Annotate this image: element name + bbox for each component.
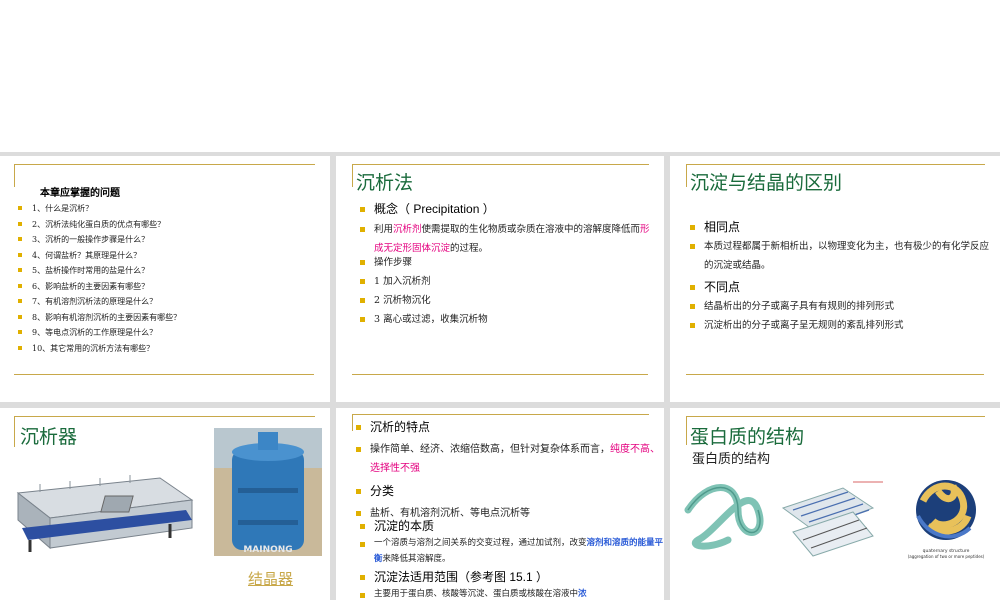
slide-thumbnail-5[interactable]: 沉析的特点 操作简单、经济、浓缩倍数高，但针对复杂体系而言，纯度不高、选择性不强… [336, 408, 664, 600]
figure-label: (aggregation of two or more peptides) [908, 554, 985, 559]
list-item: 1、什么是沉析？ [18, 201, 181, 217]
list-item: 结晶析出的分子或离子具有有规则的排列形式 [690, 297, 894, 316]
slide-thumbnail-6[interactable]: 蛋白质的结构 蛋白质的结构 quaternary structure (aggr… [670, 408, 1000, 600]
list-item: 5、盐析操作时常用的盐是什么？ [18, 263, 181, 279]
list-item: 3、沉析的一般操作步骤是什么？ [18, 232, 181, 248]
precipitator-image [16, 475, 194, 552]
features-heading: 沉析的特点 [356, 418, 430, 435]
diff-heading: 不同点 [690, 278, 740, 295]
slide-heading: 本章应掌握的问题 [40, 188, 120, 199]
list-item: 7、有机溶剂沉析法的原理是什么？ [18, 294, 181, 310]
list-item: 2、沉析法纯化蛋白质的优点有哪些？ [18, 217, 181, 233]
scope-heading: 沉淀法适用范围（参考图 15.1 ） [360, 568, 548, 585]
slide-title: 沉淀与结晶的区别 [690, 172, 843, 194]
list-item: 2 沉析物沉化 [360, 291, 431, 310]
slide-bottom-rule [14, 374, 314, 375]
slide-title: 沉析器 [20, 426, 78, 448]
nature-heading: 沉淀的本质 [360, 517, 434, 534]
slide-thumbnail-1[interactable]: 本章应掌握的问题 1、什么是沉析？ 2、沉析法纯化蛋白质的优点有哪些？ 3、沉析… [0, 156, 330, 402]
watermark: MAINONG [243, 545, 292, 555]
list-item: 8、影响有机溶剂沉析的主要因素有哪些？ [18, 310, 181, 326]
slide-title: 沉析法 [356, 172, 414, 194]
nature-text: 一个溶质与溶剂之间关系的交变过程，通过加试剂，改变溶剂和溶质的能量平衡来降低其溶… [360, 535, 664, 567]
question-list: 1、什么是沉析？ 2、沉析法纯化蛋白质的优点有哪些？ 3、沉析的一般操作步骤是什… [18, 201, 181, 356]
slide-bottom-rule [686, 374, 984, 375]
crystallizer-image: MAINONG [214, 428, 322, 556]
slide-title: 蛋白质的结构 [690, 426, 805, 448]
blank-area [0, 0, 1000, 152]
crystallizer-link[interactable]: 结晶器 [248, 568, 293, 589]
same-heading: 相同点 [690, 218, 740, 235]
list-item: 1 加入沉析剂 [360, 272, 431, 291]
class-heading: 分类 [356, 482, 394, 499]
list-item: 6、影响盐析的主要因素有哪些？ [18, 279, 181, 295]
list-item: 9、等电点沉析的工作原理是什么？ [18, 325, 181, 341]
slide-bottom-rule [352, 374, 648, 375]
concept-heading: 概念（ Precipitation ） [360, 200, 495, 217]
list-item: 10、其它常用的沉析方法有哪些？ [18, 341, 181, 357]
slide-thumbnail-3[interactable]: 沉淀与结晶的区别 相同点 本质过程都属于新相析出，以物理变化为主，也有极少的有化… [670, 156, 1000, 402]
slide-subtitle: 蛋白质的结构 [692, 451, 771, 466]
slide-thumbnail-4[interactable]: 沉析器 MAINONG 结晶器 [0, 408, 330, 600]
list-item: 4、何谓盐析？其原理是什么？ [18, 248, 181, 264]
scope-text: 主要用于蛋白质、核酸等沉淀、蛋白质或核酸在溶液中浓 [360, 586, 587, 600]
slide-thumbnail-2[interactable]: 沉析法 概念（ Precipitation ） 利用沉析剂使需提取的生化物质或杂… [336, 156, 664, 402]
same-text: 本质过程都属于新相析出，以物理变化为主，也有极少的有化学反应的沉淀或结晶。 [690, 237, 994, 275]
list-item: 沉淀析出的分子或离子呈无规则的紊乱排列形式 [690, 316, 904, 335]
list-item: 3 离心或过滤，收集沉析物 [360, 310, 488, 329]
protein-structure-image: quaternary structure (aggregation of two… [684, 480, 985, 559]
steps-label: 操作步骤 [360, 253, 412, 272]
features-text: 操作简单、经济、浓缩倍数高，但针对复杂体系而言，纯度不高、选择性不强 [356, 440, 660, 478]
